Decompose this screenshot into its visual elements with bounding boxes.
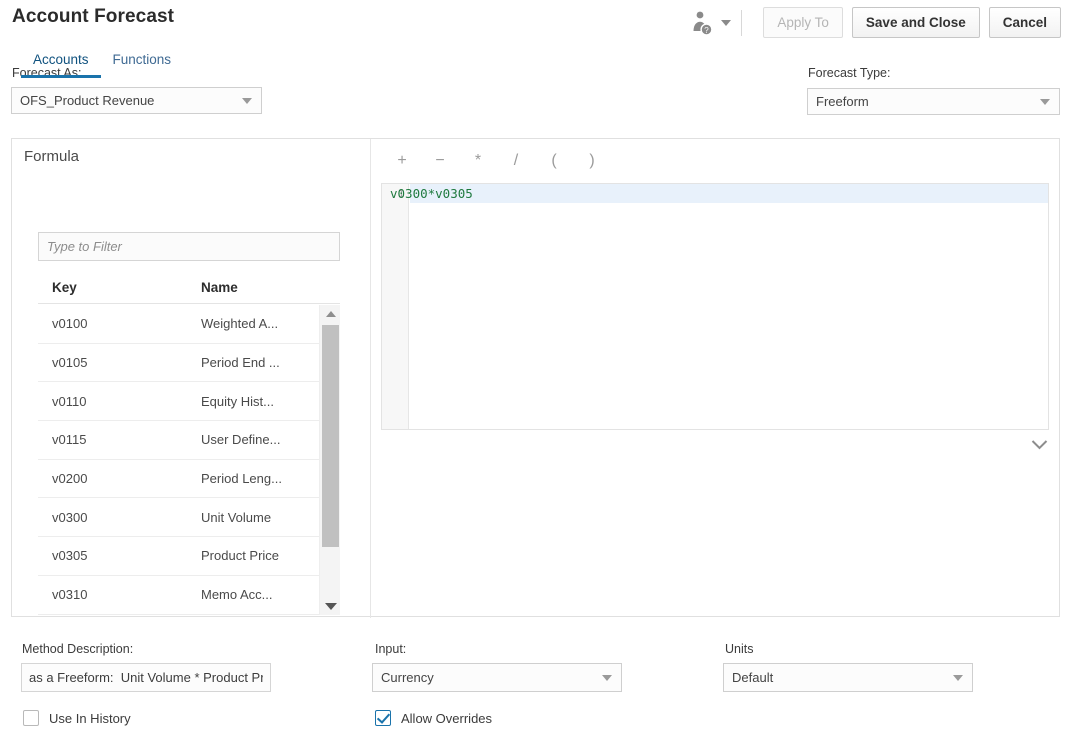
table-row[interactable]: v0300 Unit Volume (38, 498, 340, 537)
operator-minus-button[interactable]: − (421, 149, 459, 173)
row-key: v0110 (38, 394, 201, 409)
operator-toolbar: + − * / ( ) (383, 148, 1049, 174)
table-row[interactable]: v0200 Period Leng... (38, 460, 340, 499)
method-description-label: Method Description: (22, 642, 133, 656)
chevron-down-icon (602, 675, 612, 681)
user-help-icon[interactable]: ? (689, 9, 715, 37)
operator-close-paren-button[interactable]: ) (573, 149, 611, 173)
method-description-input[interactable] (21, 663, 271, 692)
formula-code-editor[interactable]: 1 v0300*v0305 (381, 183, 1049, 430)
chevron-down-icon (242, 98, 252, 104)
active-line-highlight (410, 184, 1049, 203)
chevron-down-icon[interactable] (721, 20, 731, 26)
accounts-table-body[interactable]: v0100 Weighted A... v0105 Period End ...… (38, 305, 340, 615)
forecast-type-select[interactable]: Freeform (807, 88, 1060, 115)
row-key: v0305 (38, 548, 201, 563)
save-and-close-button[interactable]: Save and Close (852, 7, 980, 38)
units-label: Units (725, 642, 753, 656)
row-key: v0300 (38, 510, 201, 525)
header-actions: ? Apply To Save and Close Cancel (689, 7, 1061, 38)
input-label: Input: (375, 642, 406, 656)
forecast-as-value: OFS_Product Revenue (20, 93, 242, 108)
scroll-up-arrow-icon[interactable] (320, 305, 341, 322)
input-value: Currency (381, 670, 602, 685)
use-in-history-checkbox[interactable] (23, 710, 39, 726)
accounts-filter-input[interactable] (38, 232, 340, 261)
editor-gutter: 1 (382, 184, 409, 429)
tab-functions[interactable]: Functions (101, 52, 184, 78)
cancel-button[interactable]: Cancel (989, 7, 1061, 38)
apply-to-button[interactable]: Apply To (763, 7, 843, 38)
row-key: v0310 (38, 587, 201, 602)
scrollbar-thumb[interactable] (322, 325, 339, 547)
column-header-key: Key (38, 280, 201, 295)
page-title: Account Forecast (12, 6, 174, 28)
table-row[interactable]: v0110 Equity Hist... (38, 382, 340, 421)
scroll-down-arrow-icon[interactable] (320, 598, 341, 615)
row-key: v0200 (38, 471, 201, 486)
row-key: v0100 (38, 316, 201, 331)
use-in-history-label: Use In History (49, 711, 131, 726)
chevron-down-icon[interactable] (1026, 432, 1052, 456)
tab-accounts[interactable]: Accounts (21, 52, 101, 78)
chevron-down-icon (1040, 99, 1050, 105)
chevron-down-icon (953, 675, 963, 681)
table-row[interactable]: v0115 User Define... (38, 421, 340, 460)
allow-overrides-checkbox-row[interactable]: Allow Overrides (375, 710, 492, 726)
forecast-type-label: Forecast Type: (808, 66, 890, 80)
panel-divider (370, 139, 371, 618)
forecast-type-value: Freeform (816, 94, 1040, 109)
allow-overrides-label: Allow Overrides (401, 711, 492, 726)
table-row[interactable]: v0105 Period End ... (38, 344, 340, 383)
page-header: Account Forecast ? Apply To Save and Clo… (0, 0, 1071, 48)
svg-text:?: ? (705, 26, 710, 35)
operator-open-paren-button[interactable]: ( (535, 149, 573, 173)
table-row[interactable]: v0310 Memo Acc... (38, 576, 340, 615)
column-header-name: Name (201, 280, 340, 295)
units-select[interactable]: Default (723, 663, 973, 692)
row-key: v0105 (38, 355, 201, 370)
formula-expression[interactable]: v0300*v0305 (390, 186, 473, 201)
forecast-as-select[interactable]: OFS_Product Revenue (11, 87, 262, 114)
operator-divide-button[interactable]: / (497, 149, 535, 173)
header-divider (741, 10, 742, 36)
operator-multiply-button[interactable]: * (459, 149, 497, 173)
row-key: v0115 (38, 432, 201, 447)
use-in-history-checkbox-row[interactable]: Use In History (23, 710, 131, 726)
accounts-table-header: Key Name (38, 272, 340, 304)
accounts-scrollbar[interactable] (319, 305, 340, 615)
input-select[interactable]: Currency (372, 663, 622, 692)
table-row[interactable]: v0100 Weighted A... (38, 305, 340, 344)
units-value: Default (732, 670, 953, 685)
formula-panel-title: Formula (24, 148, 79, 165)
allow-overrides-checkbox[interactable] (375, 710, 391, 726)
operator-plus-button[interactable]: + (383, 149, 421, 173)
table-row[interactable]: v0305 Product Price (38, 537, 340, 576)
formula-tabs: Accounts Functions (21, 52, 183, 78)
